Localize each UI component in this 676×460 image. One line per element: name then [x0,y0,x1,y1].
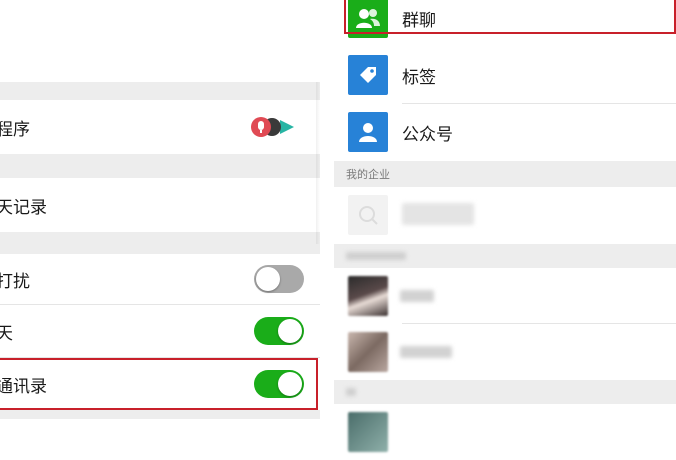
contact-row[interactable] [334,324,676,380]
settings-row-label: 天 [0,323,13,344]
section-header-label: 我的企业 [346,168,390,181]
section-header-blurred [334,380,676,404]
contact-row-tags[interactable]: 标签 [334,47,676,104]
blurred-section-label [346,252,406,260]
section-gap [0,154,320,178]
contact-row-group-chat[interactable]: 群聊 [334,0,676,47]
tag-icon [348,55,388,95]
contact-row-enterprise[interactable] [334,187,676,244]
blurred-name [402,203,474,225]
contact-entry-label: 公众号 [402,125,453,145]
section-header-enterprise: 我的企业 [334,161,676,187]
section-header-blurred [334,244,676,268]
contact-avatar [348,412,388,452]
settings-row-do-not-disturb: 打扰 [0,254,320,304]
contact-row[interactable] [334,268,676,324]
settings-row-mini-program[interactable]: 程序 [0,100,320,154]
section-gap [0,232,320,254]
contact-row-official-accounts[interactable]: 公众号 [334,104,676,161]
section-gap [0,410,320,419]
contact-avatar [348,332,388,372]
chat-toggle[interactable] [254,317,304,345]
settings-row-label: 程序 [0,119,30,140]
contact-row[interactable] [334,404,676,460]
contact-entry-label: 标签 [402,68,436,88]
blurred-name [400,290,434,302]
enterprise-avatar-icon [348,195,388,235]
do-not-disturb-toggle[interactable] [254,265,304,293]
blurred-section-label [346,388,356,396]
highlight-box [344,0,676,34]
app-badge-icons [250,116,300,138]
official-account-icon [348,112,388,152]
settings-row-label: 打扰 [0,271,30,292]
settings-row-label: 天记录 [0,197,47,218]
contact-avatar [348,276,388,316]
settings-row-chat: 天 [0,305,320,357]
settings-row-chat-history[interactable]: 天记录 [0,178,320,232]
section-gap [0,82,320,100]
contacts-panel: 群聊 标签 公众号 我的企业 [334,0,676,460]
highlight-box [0,358,318,410]
blurred-name [400,346,452,358]
settings-panel: 程序 天记录 打扰 天 通讯录 [0,0,320,419]
panel-shadow [316,82,320,244]
